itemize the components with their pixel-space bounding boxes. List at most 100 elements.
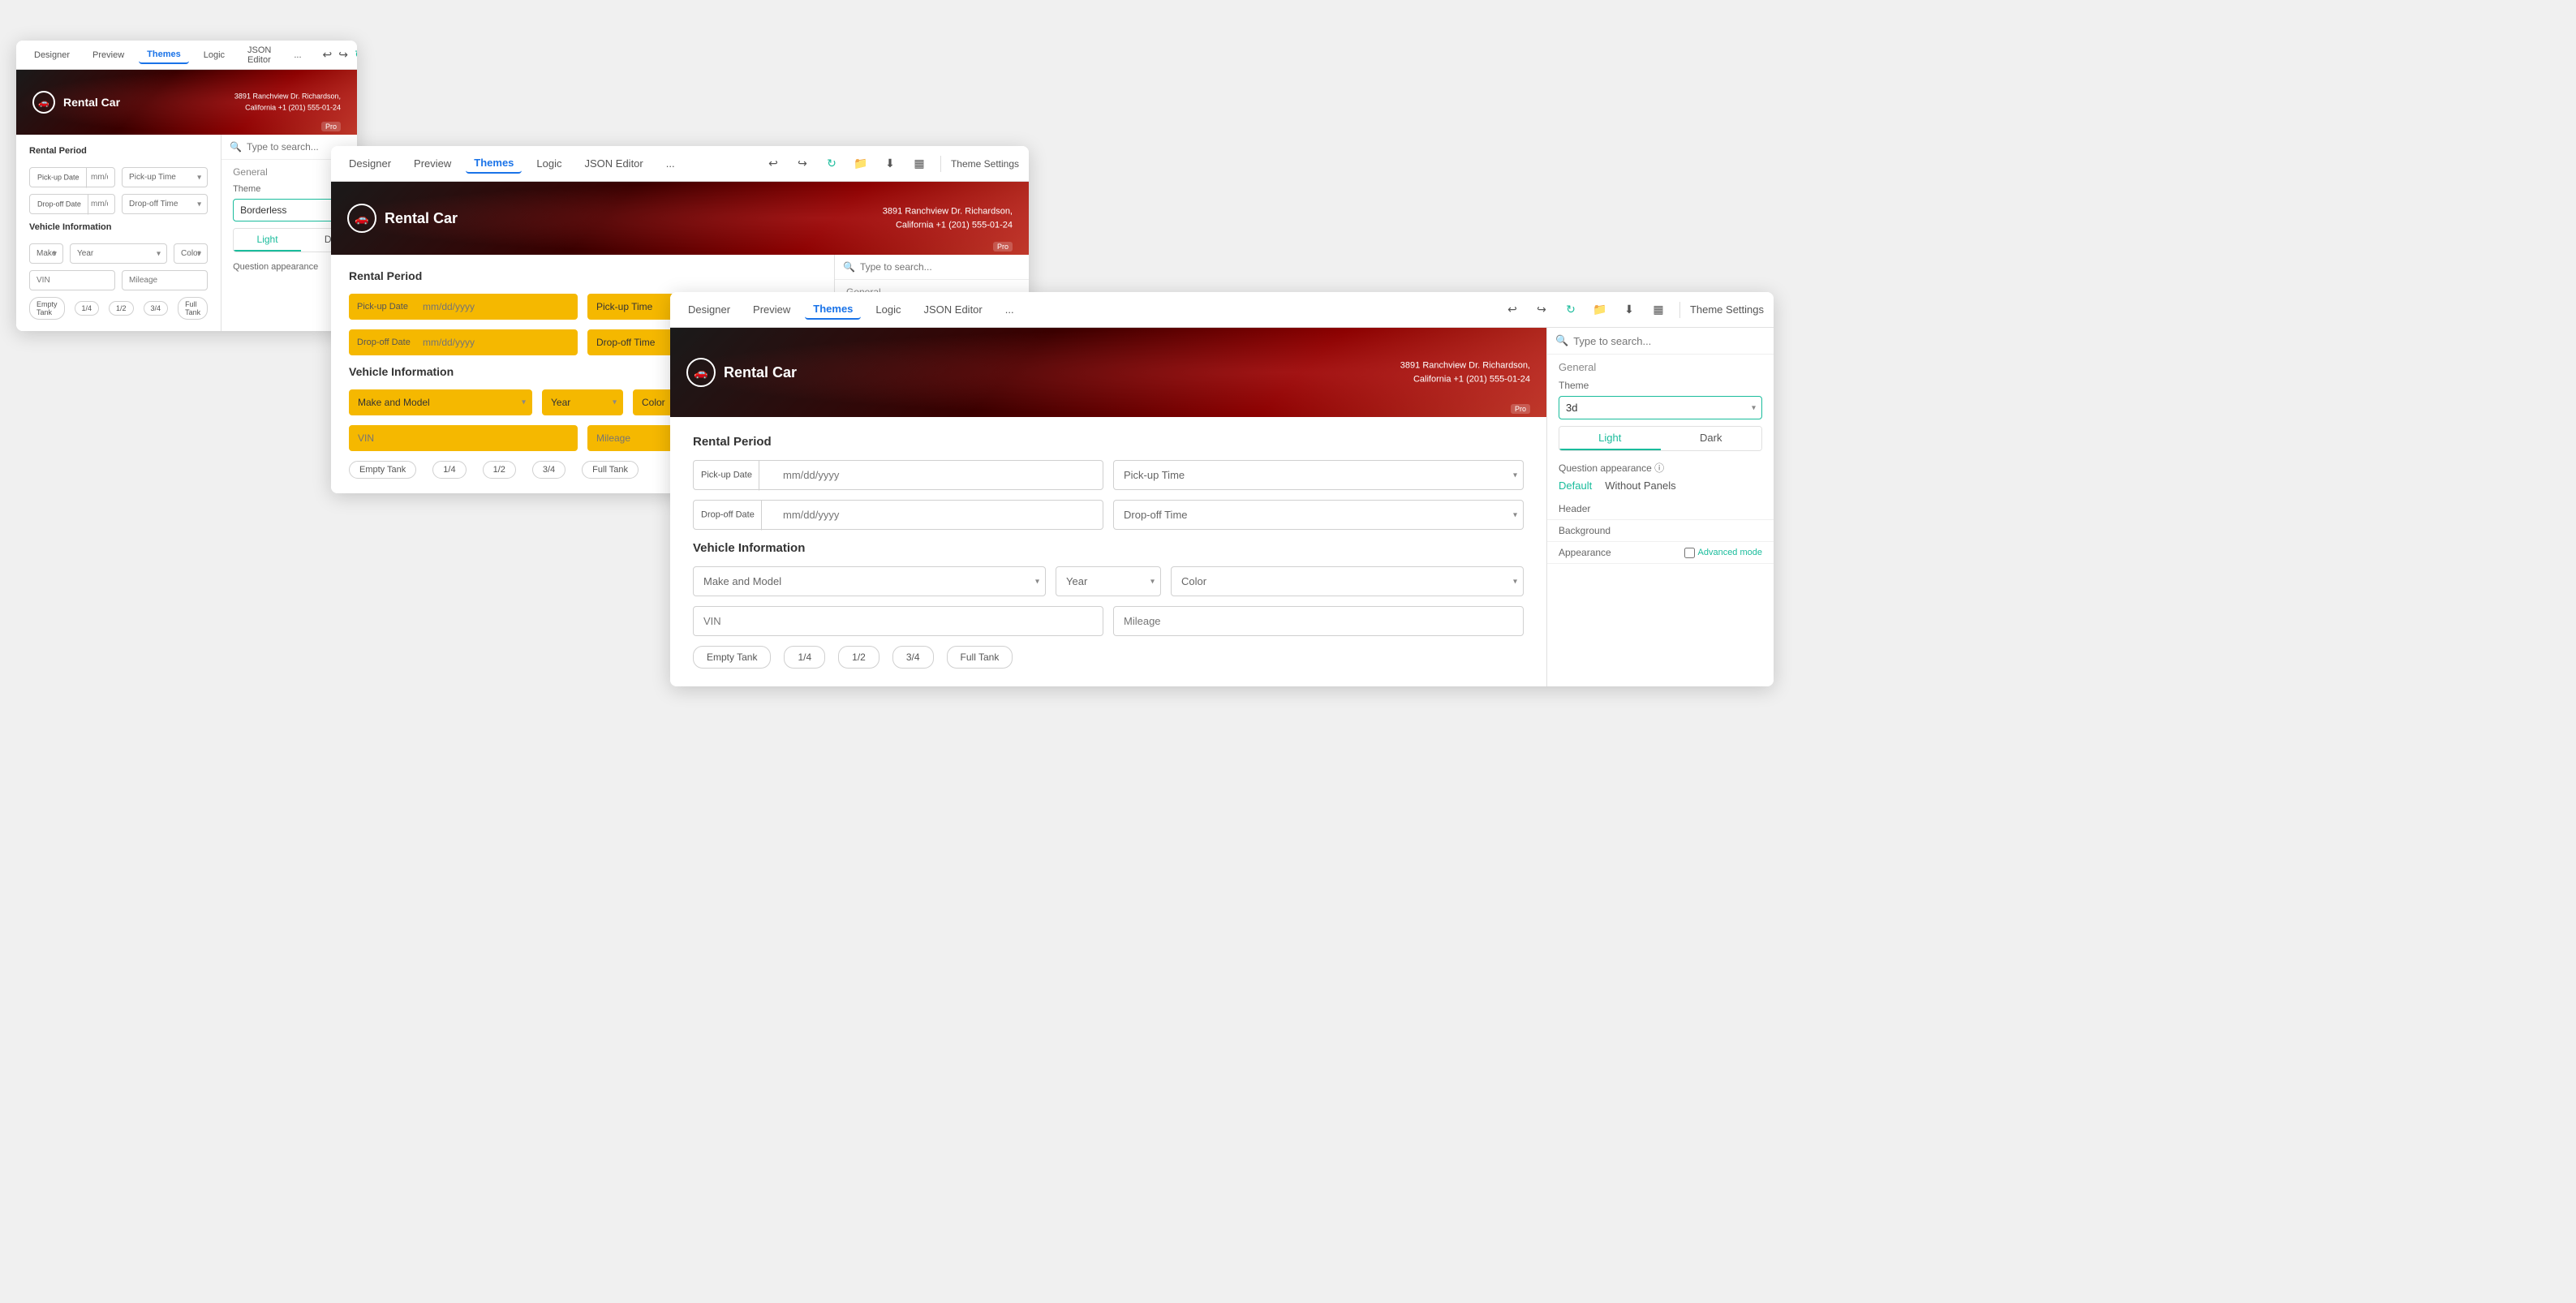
make-model-field-3: Make and Model (693, 566, 1046, 596)
fuel-full-3[interactable]: Full Tank (947, 646, 1013, 669)
mileage-field-1 (122, 270, 208, 290)
tab-more-1[interactable]: ... (286, 47, 309, 63)
tab-more-3[interactable]: ... (997, 300, 1022, 319)
logo-icon-2: 🚗 (347, 204, 376, 233)
fuel-three-quarter-3[interactable]: 3/4 (892, 646, 934, 669)
advanced-mode-checkbox-3[interactable] (1684, 548, 1695, 558)
fuel-empty-1[interactable]: Empty Tank (29, 297, 65, 320)
without-panels-option-3[interactable]: Without Panels (1605, 479, 1675, 492)
vin-input-1[interactable] (29, 270, 115, 290)
refresh-icon[interactable]: ↻ (355, 44, 357, 67)
download-icon-3[interactable]: ⬇ (1618, 299, 1641, 321)
fuel-quarter-3[interactable]: 1/4 (784, 646, 825, 669)
fuel-full-1[interactable]: Full Tank (178, 297, 208, 320)
vin-input-3[interactable] (693, 606, 1103, 636)
fuel-row-3: Empty Tank 1/4 1/2 3/4 Full Tank (693, 646, 1524, 669)
tab-preview-1[interactable]: Preview (84, 47, 132, 63)
advanced-mode-toggle-3[interactable]: Advanced mode (1684, 548, 1763, 558)
fuel-three-quarter-1[interactable]: 3/4 (144, 301, 169, 316)
fuel-empty-3[interactable]: Empty Tank (693, 646, 771, 669)
refresh-icon-2[interactable]: ↻ (820, 153, 843, 175)
fuel-quarter-2[interactable]: 1/4 (432, 461, 466, 479)
tab-more-2[interactable]: ... (658, 154, 683, 173)
make-model-select-3[interactable]: Make and Model (693, 566, 1046, 596)
fuel-full-2[interactable]: Full Tank (582, 461, 639, 479)
appearance-setting-label-3: Appearance (1559, 547, 1611, 558)
refresh-icon-3[interactable]: ↻ (1559, 299, 1582, 321)
background-label-3: Background (1559, 525, 1611, 536)
year-select-2[interactable]: Year (542, 389, 623, 415)
mileage-input-3[interactable] (1113, 606, 1524, 636)
row-dropoff-3: Drop-off Date Drop-off Time (693, 500, 1524, 530)
make-model-select-2[interactable]: Make and Model (349, 389, 532, 415)
logo-text-1: Rental Car (63, 96, 120, 109)
tab-json-1[interactable]: JSON Editor (239, 42, 279, 68)
window-body-1: Rental Period Pick-up Date Pick-up Time (16, 135, 357, 331)
undo-icon-2[interactable]: ↩ (762, 153, 785, 175)
tab-designer-2[interactable]: Designer (341, 154, 399, 173)
dropoff-time-field-3: Drop-off Time (1113, 500, 1524, 530)
tab-themes-1[interactable]: Themes (139, 46, 189, 64)
tab-preview-2[interactable]: Preview (406, 154, 459, 173)
tab-logic-1[interactable]: Logic (196, 47, 233, 63)
dropoff-time-select-1[interactable]: Drop-off Time (122, 194, 208, 214)
theme-select-wrapper-3: 3d ▾ (1559, 396, 1762, 419)
window-body-3: 🚗 Rental Car 3891 Ranchview Dr. Richards… (670, 328, 1774, 686)
tab-themes-2[interactable]: Themes (466, 153, 522, 174)
undo-icon-3[interactable]: ↩ (1501, 299, 1524, 321)
year-select-3[interactable]: Year (1056, 566, 1161, 596)
pro-badge-3: Pro (1511, 404, 1530, 414)
fuel-half-2[interactable]: 1/2 (483, 461, 516, 479)
light-btn-3[interactable]: Light (1559, 427, 1661, 450)
color-select-3[interactable]: Color (1171, 566, 1524, 596)
rental-period-title-2: Rental Period (349, 269, 816, 282)
light-dark-toggle-3: Light Dark (1559, 426, 1762, 451)
color-select-1[interactable]: Color (174, 243, 208, 264)
light-btn-1[interactable]: Light (234, 229, 301, 252)
hero-banner-3: 🚗 Rental Car 3891 Ranchview Dr. Richards… (670, 328, 1546, 417)
tab-json-2[interactable]: JSON Editor (577, 154, 652, 173)
grid-icon-2[interactable]: ▦ (908, 153, 931, 175)
dark-btn-3[interactable]: Dark (1661, 427, 1762, 450)
pickup-time-select-3[interactable]: Pick-up Time (1113, 460, 1524, 490)
tab-logic-2[interactable]: Logic (528, 154, 570, 173)
tab-logic-3[interactable]: Logic (867, 300, 909, 319)
grid-icon-3[interactable]: ▦ (1647, 299, 1670, 321)
fuel-three-quarter-2[interactable]: 3/4 (532, 461, 566, 479)
form-area-1: Rental Period Pick-up Date Pick-up Time (16, 135, 221, 331)
download-icon-2[interactable]: ⬇ (879, 153, 901, 175)
theme-select-3[interactable]: 3d (1559, 396, 1762, 419)
rental-period-title-1: Rental Period (29, 146, 208, 156)
header-row-3: Header (1547, 498, 1774, 520)
fuel-empty-2[interactable]: Empty Tank (349, 461, 416, 479)
make-model-select-1[interactable]: Make and Model (29, 243, 63, 264)
redo-icon[interactable]: ↪ (338, 44, 348, 67)
tab-json-3[interactable]: JSON Editor (916, 300, 991, 319)
year-field-1: Year (70, 243, 167, 264)
tab-designer-3[interactable]: Designer (680, 300, 738, 319)
year-select-1[interactable]: Year (70, 243, 167, 264)
dropoff-time-select-3[interactable]: Drop-off Time (1113, 500, 1524, 530)
theme-search-input-2[interactable] (860, 261, 1021, 273)
theme-search-input-3[interactable] (1573, 335, 1765, 347)
tab-preview-3[interactable]: Preview (745, 300, 798, 319)
vehicle-info-title-3: Vehicle Information (693, 541, 1524, 555)
fuel-half-1[interactable]: 1/2 (109, 301, 134, 316)
undo-icon[interactable]: ↩ (323, 44, 333, 67)
logo-icon-3: 🚗 (686, 358, 716, 387)
pickup-time-select-1[interactable]: Pick-up Time (122, 167, 208, 187)
row-pickup-3: Pick-up Date Pick-up Time (693, 460, 1524, 490)
redo-icon-3[interactable]: ↪ (1530, 299, 1553, 321)
tab-designer-1[interactable]: Designer (26, 47, 78, 63)
mileage-input-1[interactable] (122, 270, 208, 290)
folder-icon-3[interactable]: 📁 (1589, 299, 1611, 321)
fuel-half-3[interactable]: 1/2 (838, 646, 879, 669)
fuel-quarter-1[interactable]: 1/4 (75, 301, 100, 316)
tab-themes-3[interactable]: Themes (805, 299, 861, 320)
default-option-3[interactable]: Default (1559, 479, 1592, 492)
redo-icon-2[interactable]: ↪ (791, 153, 814, 175)
vin-input-2[interactable] (349, 425, 578, 451)
search-icon-2: 🔍 (843, 261, 855, 273)
folder-icon-2[interactable]: 📁 (849, 153, 872, 175)
nav-bar-2: Designer Preview Themes Logic JSON Edito… (331, 146, 1029, 182)
